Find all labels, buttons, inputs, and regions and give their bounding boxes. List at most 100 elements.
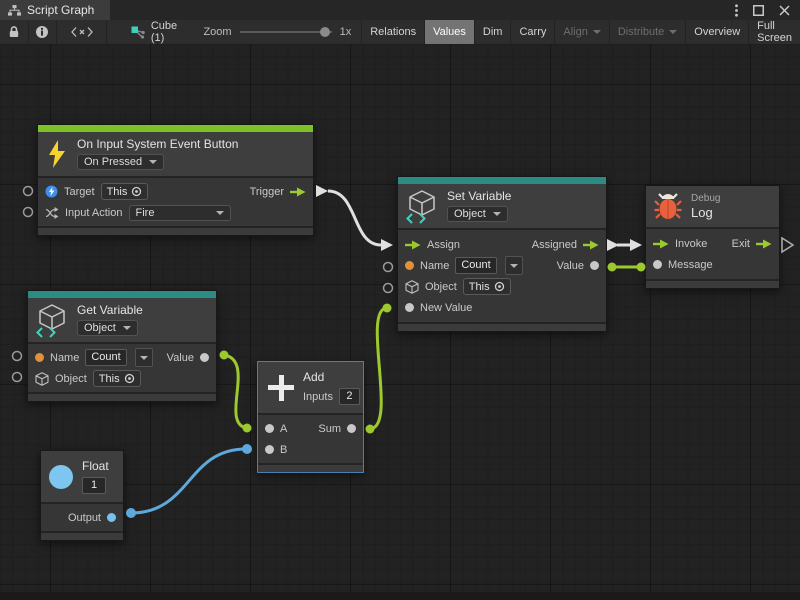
name-input-port[interactable] [405, 261, 414, 270]
float-value-field[interactable]: 1 [82, 477, 106, 494]
node-header: Debug Log [646, 186, 779, 227]
variable-name-field[interactable]: Count [455, 257, 496, 274]
object-row: Object This [398, 276, 606, 297]
close-icon[interactable] [779, 5, 790, 16]
wire-value-to-message[interactable] [608, 263, 646, 272]
node-title: Add [303, 370, 324, 384]
node-on-input-system-event-button[interactable]: On Input System Event Button On Pressed [37, 124, 314, 236]
event-type-dropdown[interactable]: On Pressed [77, 154, 164, 170]
bug-icon [654, 191, 682, 221]
variable-scope-dropdown[interactable]: Object [77, 320, 138, 336]
new-value-input-port[interactable] [405, 303, 414, 312]
chevron-down-icon [510, 264, 518, 268]
trigger-output-port[interactable] [290, 187, 306, 197]
distribute-dropdown[interactable]: Distribute [610, 20, 686, 44]
assigned-output-port[interactable] [583, 240, 599, 250]
chevron-down-icon [216, 211, 224, 215]
input-action-dropdown[interactable]: Fire [129, 205, 231, 221]
variable-name-dropdown[interactable] [135, 348, 153, 367]
new-value-row: New Value [398, 297, 606, 318]
message-input-port[interactable] [653, 260, 662, 269]
cube-outline-icon [405, 280, 419, 294]
full-screen-button[interactable]: Full Screen [749, 20, 800, 44]
node-category: Debug [691, 193, 720, 204]
node-title: Log [691, 205, 713, 220]
lock-button[interactable] [0, 20, 29, 44]
object-label: Object [425, 281, 457, 293]
invoke-label: Invoke [675, 238, 707, 250]
node-rows: Name Count Value Object [28, 342, 216, 392]
float-output-port[interactable] [107, 513, 116, 522]
zoom-slider-knob[interactable] [320, 27, 330, 37]
inputs-count-field[interactable]: 2 [339, 388, 360, 405]
exit-output-port[interactable] [756, 239, 772, 249]
node-footer [646, 279, 779, 288]
variable-color-bar [28, 291, 216, 298]
message-label: Message [668, 259, 713, 271]
kebab-menu-icon[interactable] [735, 4, 738, 17]
variable-name-dropdown[interactable] [505, 256, 523, 275]
overview-button[interactable]: Overview [686, 20, 749, 44]
object-this-chip[interactable]: This [93, 370, 141, 387]
node-footer [258, 463, 363, 472]
carry-label: Carry [519, 26, 546, 38]
wire-getvariable-to-add-a[interactable] [220, 351, 252, 433]
chevron-down-icon [493, 212, 501, 216]
target-label: Target [64, 186, 95, 198]
assign-input-port[interactable] [405, 240, 421, 250]
window-controls [735, 0, 800, 20]
b-label: B [280, 444, 287, 456]
b-input-port[interactable] [265, 445, 274, 454]
event-color-bar [38, 125, 313, 132]
object-this-chip[interactable]: This [463, 278, 511, 295]
chevron-down-icon [140, 356, 148, 360]
align-dropdown[interactable]: Align [555, 20, 609, 44]
cube-outline-icon [35, 372, 49, 386]
variable-cube-chevrons-icon [36, 304, 68, 336]
zoom-slider[interactable] [240, 31, 332, 33]
node-header: Add Inputs 2 [258, 362, 363, 413]
zoom-label: Zoom [203, 26, 231, 38]
value-output-port[interactable] [200, 353, 209, 362]
node-title: On Input System Event Button [77, 137, 238, 151]
carry-button[interactable]: Carry [511, 20, 555, 44]
values-label: Values [433, 26, 466, 38]
wire-trigger-to-assign[interactable] [316, 185, 393, 251]
node-debug-log[interactable]: Debug Log Invoke Exit [645, 185, 780, 289]
graph-toolbar: Cube (1) Zoom 1x Relations Values Dim Ca… [0, 20, 800, 45]
code-port-button[interactable] [57, 20, 107, 44]
node-float[interactable]: Float 1 Output [40, 450, 124, 541]
dim-label: Dim [483, 26, 503, 38]
output-label: Output [68, 512, 101, 524]
invoke-row: Invoke Exit [646, 233, 779, 254]
sum-label: Sum [318, 423, 341, 435]
wire-assigned-to-invoke[interactable] [607, 239, 642, 251]
sum-output-port[interactable] [347, 424, 356, 433]
variable-scope-dropdown[interactable]: Object [447, 206, 508, 222]
object-row: Object This [28, 368, 216, 389]
invoke-input-port[interactable] [653, 239, 669, 249]
maximize-icon[interactable] [753, 5, 764, 16]
target-this-chip[interactable]: This [101, 183, 149, 200]
name-input-port[interactable] [35, 353, 44, 362]
graph-canvas[interactable]: On Input System Event Button On Pressed [0, 44, 800, 600]
b-row: B [258, 439, 363, 460]
variable-name-field[interactable]: Count [85, 349, 126, 366]
object-this-value: This [99, 373, 120, 385]
info-button[interactable] [29, 20, 58, 44]
node-add[interactable]: Add Inputs 2 A Sum B [257, 361, 364, 473]
name-label: Name [50, 352, 79, 364]
node-set-variable[interactable]: Set Variable Object Assign Assigned [397, 176, 607, 332]
values-button[interactable]: Values [425, 20, 475, 44]
wire-add-sum-to-new-value[interactable] [366, 304, 392, 434]
float-circle-icon [49, 465, 73, 489]
wire-float-to-add-b[interactable] [126, 444, 252, 518]
tab-script-graph[interactable]: Script Graph [0, 0, 110, 20]
relations-button[interactable]: Relations [361, 20, 425, 44]
dim-button[interactable]: Dim [475, 20, 512, 44]
relations-label: Relations [370, 26, 416, 38]
node-get-variable[interactable]: Get Variable Object Name Count Val [27, 290, 217, 402]
graph-breadcrumb[interactable]: Cube (1) [121, 20, 194, 44]
value-output-port[interactable] [590, 261, 599, 270]
a-input-port[interactable] [265, 424, 274, 433]
